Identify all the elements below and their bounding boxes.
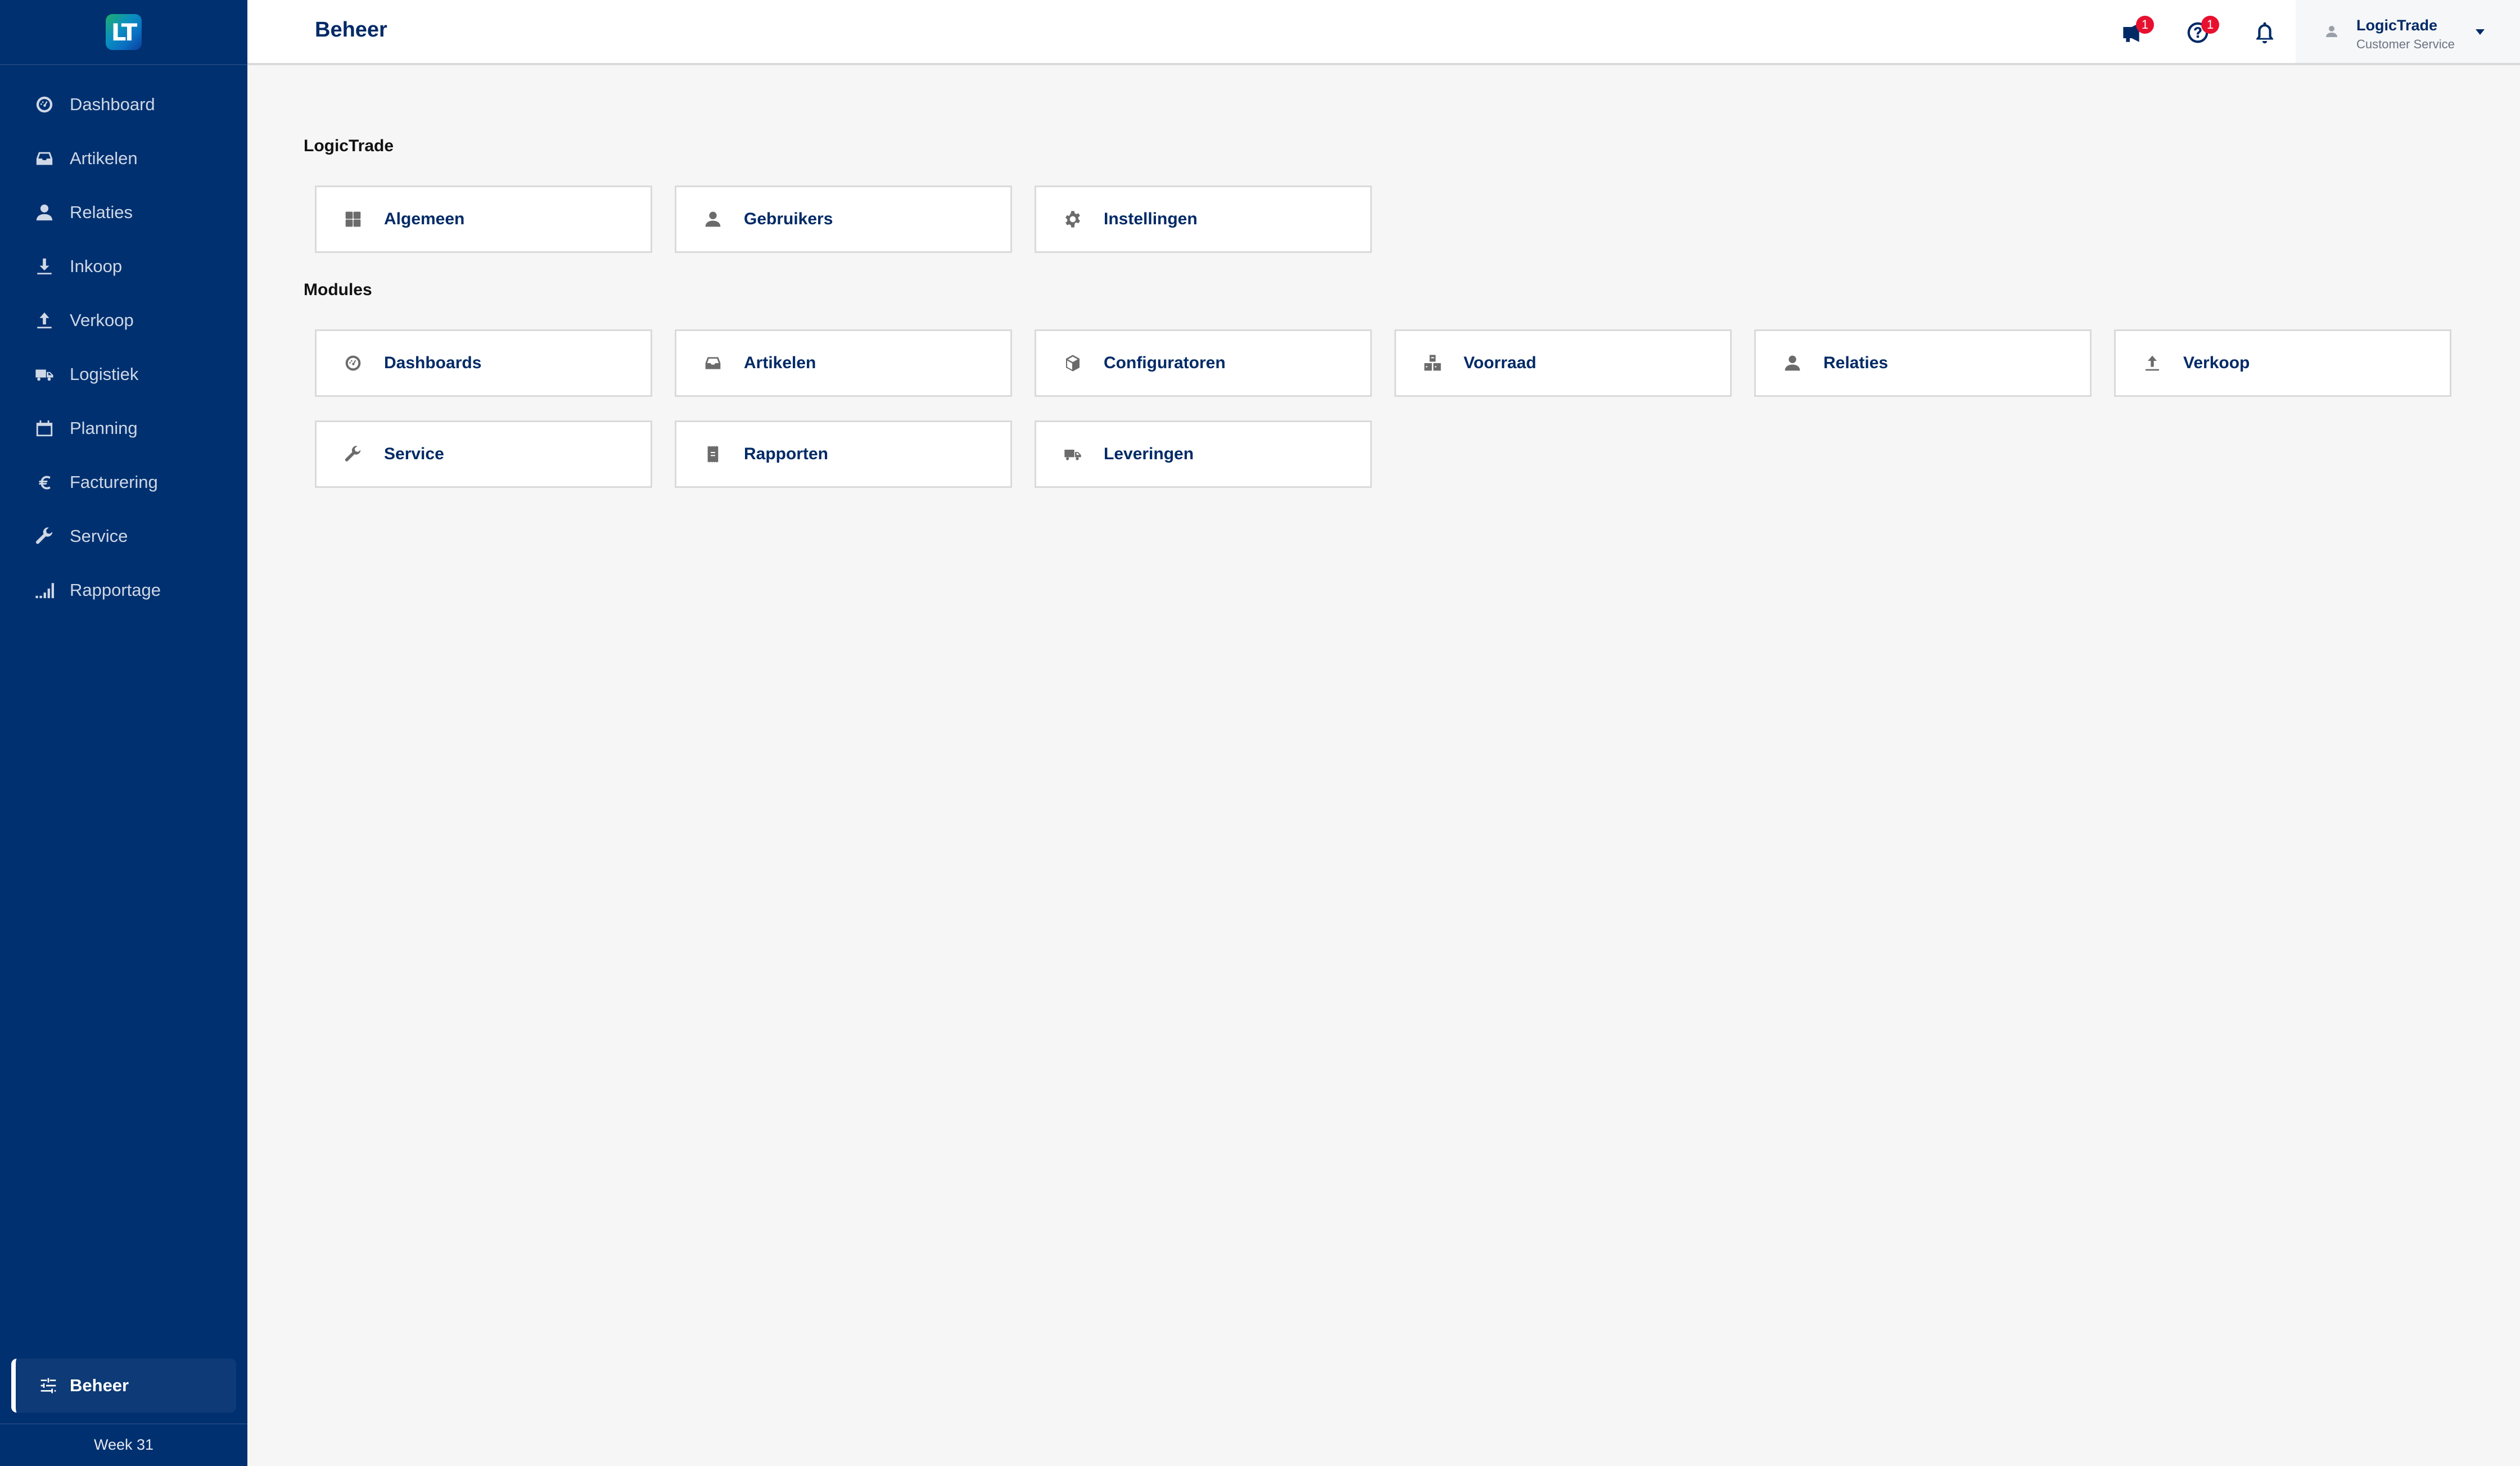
user-role: Customer Service — [2356, 37, 2455, 51]
sidebar-item-label: Inkoop — [70, 256, 123, 276]
sidebar-item-verkoop[interactable]: Verkoop — [0, 293, 247, 347]
sidebar-item-label: Facturering — [70, 472, 158, 492]
upload-icon — [2143, 354, 2162, 373]
sidebar-item-label: Rapportage — [70, 580, 161, 600]
sliders-icon — [39, 1377, 57, 1395]
card-artikelen[interactable]: Artikelen — [675, 329, 1012, 397]
week-indicator: Week 31 — [93, 1436, 154, 1453]
sidebar-item-label: Planning — [70, 418, 138, 438]
inbox-tray-icon — [703, 354, 722, 373]
warehouse-boxes-icon — [1423, 354, 1442, 373]
sidebar-divider — [0, 1423, 247, 1424]
euro-icon — [35, 473, 54, 492]
dashboard-gauge-icon — [344, 354, 363, 373]
card-configuratoren[interactable]: Configuratoren — [1035, 329, 1372, 397]
sidebar-item-beheer[interactable]: Beheer — [11, 1359, 236, 1413]
announcements-button[interactable]: 1 — [2120, 16, 2154, 45]
sidebar-item-facturering[interactable]: Facturering — [0, 455, 247, 509]
caret-down-icon[interactable] — [2476, 29, 2485, 35]
sidebar-item-label: Relaties — [70, 202, 133, 222]
truck-icon — [1063, 445, 1082, 464]
card-label: Dashboards — [384, 354, 482, 372]
sidebar-item-service[interactable]: Service — [0, 509, 247, 563]
help-button[interactable]: 1 — [2185, 16, 2219, 45]
user-icon — [703, 210, 722, 229]
card-label: Relaties — [1823, 354, 1889, 372]
gear-icon — [1063, 210, 1082, 229]
card-instellingen[interactable]: Instellingen — [1035, 185, 1372, 253]
receipt-icon — [703, 445, 722, 464]
card-label: Verkoop — [2183, 354, 2250, 372]
card-label: Artikelen — [744, 354, 816, 372]
cube-icon — [1063, 354, 1082, 373]
wrench-icon — [344, 445, 363, 464]
card-algemeen[interactable]: Algemeen — [315, 185, 652, 253]
inbox-tray-icon — [35, 149, 54, 168]
card-verkoop[interactable]: Verkoop — [2114, 329, 2451, 397]
card-relaties[interactable]: Relaties — [1754, 329, 2092, 397]
logicTrade-logo[interactable]: LT — [106, 14, 142, 50]
sidebar-item-label: Logistiek — [70, 364, 139, 384]
download-icon — [35, 257, 54, 276]
dashboard-gauge-icon — [35, 95, 54, 114]
calendar-icon — [35, 419, 54, 438]
card-label: Configuratoren — [1104, 354, 1226, 372]
card-dashboards[interactable]: Dashboards — [315, 329, 652, 397]
sidebar-item-logistiek[interactable]: Logistiek — [0, 347, 247, 401]
sidebar-item-artikelen[interactable]: Artikelen — [0, 132, 247, 185]
card-voorraad[interactable]: Voorraad — [1394, 329, 1732, 397]
wrench-icon — [35, 527, 54, 546]
sidebar-item-label: Service — [70, 526, 128, 546]
card-label: Instellingen — [1104, 210, 1198, 228]
sidebar: LT Dashboard Artikelen Relaties Inkoop V… — [0, 0, 247, 1466]
sidebar-item-rapportage[interactable]: Rapportage — [0, 563, 247, 617]
page-title: Beheer — [315, 18, 387, 42]
bell-icon — [2253, 21, 2276, 44]
section-title-logictrade: LogicTrade — [304, 137, 394, 155]
sidebar-item-label: Artikelen — [70, 148, 138, 168]
sidebar-item-label: Dashboard — [70, 94, 155, 114]
sidebar-item-inkoop[interactable]: Inkoop — [0, 239, 247, 293]
top-header: Beheer 1 1 LogicTrade Customer Service — [247, 0, 2520, 65]
section-title-modules: Modules — [304, 280, 372, 299]
sidebar-item-label: Verkoop — [70, 310, 134, 330]
user-menu[interactable]: LogicTrade Customer Service — [2296, 0, 2520, 63]
sidebar-item-label: Beheer — [70, 1375, 129, 1395]
card-gebruikers[interactable]: Gebruikers — [675, 185, 1012, 253]
card-leveringen[interactable]: Leveringen — [1035, 420, 1372, 488]
card-rapporten[interactable]: Rapporten — [675, 420, 1012, 488]
user-name: LogicTrade — [2356, 17, 2438, 34]
sidebar-item-dashboard[interactable]: Dashboard — [0, 78, 247, 132]
sidebar-item-relaties[interactable]: Relaties — [0, 185, 247, 239]
user-avatar-icon — [2325, 24, 2338, 39]
signal-bars-icon — [35, 581, 54, 600]
card-label: Algemeen — [384, 210, 465, 228]
help-badge: 1 — [2201, 16, 2219, 34]
logo-area: LT — [0, 0, 247, 65]
card-label: Rapporten — [744, 445, 828, 463]
notifications-button[interactable] — [2252, 20, 2277, 45]
announcements-badge: 1 — [2136, 16, 2154, 34]
upload-icon — [35, 311, 54, 330]
card-service[interactable]: Service — [315, 420, 652, 488]
card-label: Leveringen — [1104, 445, 1194, 463]
card-label: Service — [384, 445, 444, 463]
grid-icon — [344, 210, 363, 229]
user-icon — [1783, 354, 1802, 373]
user-icon — [35, 203, 54, 222]
card-label: Voorraad — [1464, 354, 1537, 372]
card-label: Gebruikers — [744, 210, 833, 228]
sidebar-item-planning[interactable]: Planning — [0, 401, 247, 455]
truck-icon — [35, 365, 54, 384]
